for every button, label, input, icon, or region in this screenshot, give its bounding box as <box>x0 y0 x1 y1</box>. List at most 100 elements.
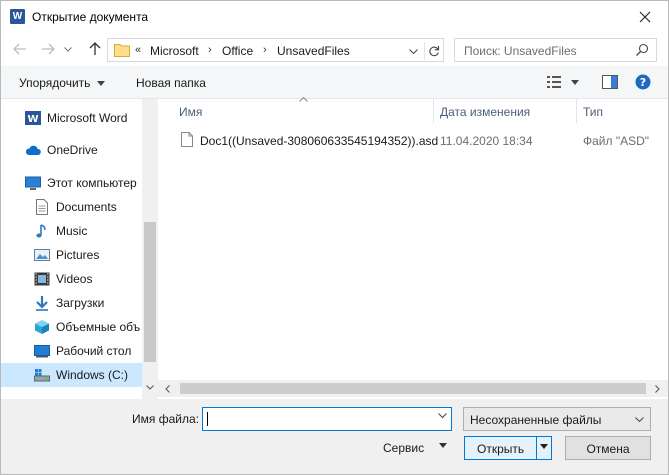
file-date: 11.04.2020 18:34 <box>440 134 533 148</box>
chevron-down-icon <box>635 417 644 422</box>
dropdown-triangle-icon <box>96 81 105 87</box>
sidebar-item-label: Windows (C:) <box>56 368 129 382</box>
column-divider[interactable] <box>433 99 434 123</box>
dropdown-triangle-icon[interactable] <box>540 444 548 449</box>
sidebar-item-label: Microsoft Word <box>47 111 128 125</box>
chevron-down-icon <box>64 46 72 52</box>
sidebar-item-label: Загрузки <box>56 296 105 310</box>
dialog-footer: Имя файла: Несохраненные файлы Сервис От… <box>1 399 668 474</box>
search-box[interactable]: Поиск: UnsavedFiles <box>454 38 657 62</box>
recent-locations-button[interactable] <box>61 39 75 59</box>
sidebar-item-onedrive[interactable]: OneDrive <box>1 138 142 162</box>
sidebar-item-videos[interactable]: Videos <box>1 267 142 291</box>
horizontal-scrollbar[interactable] <box>158 380 668 397</box>
search-placeholder[interactable]: Поиск: UnsavedFiles <box>464 44 577 58</box>
column-header-type[interactable]: Тип <box>583 99 668 123</box>
cancel-label: Отмена <box>586 442 630 456</box>
folder-icon <box>114 44 130 57</box>
preview-pane-icon[interactable] <box>602 74 618 90</box>
svg-text:W: W <box>27 114 38 125</box>
cancel-button[interactable]: Отмена <box>565 436 651 460</box>
help-icon[interactable]: ? <box>635 74 651 90</box>
filename-label: Имя файла: <box>132 412 199 426</box>
window-title: Открытие документа <box>32 10 149 24</box>
service-label: Сервис <box>383 441 425 455</box>
table-row[interactable]: Doc1((Unsaved-308060633545194352)).asd 1… <box>174 129 668 151</box>
view-options-dropdown-icon[interactable] <box>571 80 579 85</box>
refresh-button[interactable] <box>424 42 442 60</box>
arrow-left-icon <box>13 43 26 55</box>
address-history-button[interactable] <box>406 44 420 58</box>
close-icon <box>639 11 651 23</box>
breadcrumb-separator-icon[interactable]: › <box>208 44 212 56</box>
drive-icon <box>34 369 50 382</box>
filetype-select[interactable]: Несохраненные файлы <box>463 407 651 431</box>
sidebar-item-label: Объемные объ <box>56 320 141 334</box>
sidebar-item-music[interactable]: Music <box>1 219 142 243</box>
close-button[interactable] <box>632 5 658 29</box>
scroll-left-icon[interactable] <box>165 385 170 393</box>
breadcrumb-separator-icon[interactable]: › <box>263 44 267 56</box>
breadcrumb-microsoft[interactable]: Microsoft <box>150 44 199 58</box>
column-header-label: Имя <box>179 105 203 119</box>
sidebar-item-desktop[interactable]: Рабочий стол <box>1 339 142 363</box>
scroll-right-icon[interactable] <box>655 385 660 393</box>
sidebar-scroll-thumb[interactable] <box>144 222 156 362</box>
breadcrumb-office[interactable]: Office <box>222 44 253 58</box>
sidebar-item-windows-c[interactable]: Windows (C:) <box>1 363 142 387</box>
file-type: Файл "ASD" <box>583 134 650 148</box>
navigation-pane: W Microsoft Word OneDrive Этот компьютер… <box>1 99 158 399</box>
chevron-down-icon[interactable] <box>438 413 447 418</box>
music-icon <box>36 224 46 238</box>
sidebar-item-label: Music <box>56 224 88 238</box>
sidebar-scrollbar[interactable] <box>142 99 158 399</box>
service-button[interactable]: Сервис <box>373 436 455 460</box>
videos-icon <box>34 272 50 286</box>
download-icon <box>36 296 48 311</box>
sidebar-item-label: OneDrive <box>47 143 98 157</box>
open-split-divider <box>536 437 537 459</box>
column-header-date[interactable]: Дата изменения <box>440 99 576 123</box>
sidebar-item-this-pc[interactable]: Этот компьютер <box>1 171 142 195</box>
sidebar-item-label: Этот компьютер <box>47 176 137 190</box>
view-details-icon[interactable] <box>546 74 564 90</box>
file-name: Doc1((Unsaved-308060633545194352)).asd <box>200 134 439 148</box>
sidebar-item-3d-objects[interactable]: Объемные объ <box>1 315 142 339</box>
filetype-value: Несохраненные файлы <box>470 413 602 427</box>
text-caret <box>207 412 208 426</box>
sidebar-item-documents[interactable]: Documents <box>1 195 142 219</box>
sidebar-item-downloads[interactable]: Загрузки <box>1 291 142 315</box>
title-bar: W Открытие документа <box>1 1 668 32</box>
column-header-name[interactable]: Имя <box>179 99 433 123</box>
sidebar-item-microsoft-word[interactable]: W Microsoft Word <box>1 106 142 130</box>
filename-input[interactable] <box>202 407 452 431</box>
column-header-label: Тип <box>583 105 604 119</box>
organize-label: Упорядочить <box>19 76 91 90</box>
chevron-down-icon <box>408 48 418 54</box>
scroll-down-icon[interactable] <box>146 385 154 390</box>
new-folder-button[interactable]: Новая папка <box>136 76 206 90</box>
back-button[interactable] <box>10 39 30 59</box>
column-divider[interactable] <box>576 99 577 123</box>
dropdown-triangle-icon <box>439 443 447 448</box>
search-icon[interactable] <box>635 43 649 57</box>
organize-button[interactable]: Упорядочить <box>19 76 105 90</box>
breadcrumb-overflow[interactable]: « <box>135 44 141 56</box>
svg-text:?: ? <box>640 76 646 89</box>
sidebar-item-label: Videos <box>56 272 93 286</box>
breadcrumb-unsavedfiles[interactable]: UnsavedFiles <box>277 44 350 58</box>
open-button[interactable]: Открыть <box>464 436 552 460</box>
pictures-icon <box>34 249 50 261</box>
word-app-icon: W <box>10 9 25 24</box>
sidebar-item-pictures[interactable]: Pictures <box>1 243 142 267</box>
navigation-row: « Microsoft › Office › UnsavedFiles Поис… <box>1 32 668 66</box>
arrow-right-icon <box>42 43 55 55</box>
computer-icon <box>25 176 41 190</box>
refresh-icon <box>428 46 439 57</box>
horizontal-scroll-thumb[interactable] <box>180 383 646 394</box>
up-button[interactable] <box>85 39 105 59</box>
address-bar[interactable]: « Microsoft › Office › UnsavedFiles <box>107 38 444 62</box>
command-toolbar: Упорядочить Новая папка ? <box>1 66 668 99</box>
cloud-icon <box>25 145 41 155</box>
forward-button[interactable] <box>38 39 58 59</box>
